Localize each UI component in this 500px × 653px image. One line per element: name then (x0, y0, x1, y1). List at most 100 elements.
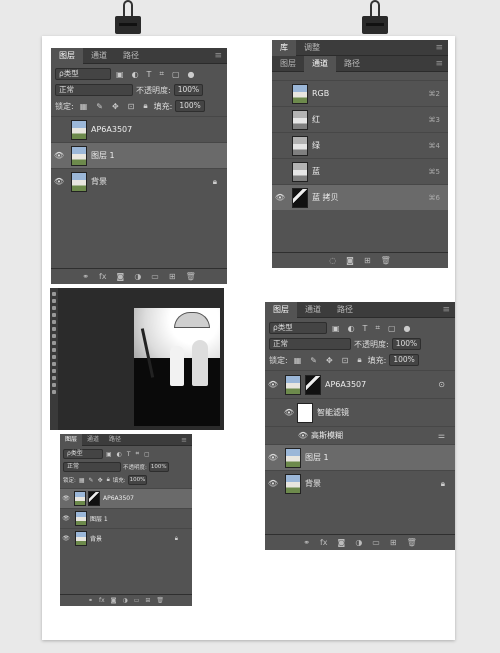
lock-artboard-icon[interactable]: ⊡ (128, 102, 135, 111)
add-mask-icon[interactable]: ◙ (338, 538, 346, 547)
eye-icon[interactable]: 👁︎ (265, 479, 281, 488)
new-group-icon[interactable]: ▭ (134, 597, 140, 604)
shape-filter-icon[interactable]: ⌗ (136, 450, 139, 458)
filter-toggle-icon[interactable]: ● (188, 70, 195, 79)
filter-toggle-icon[interactable]: ● (404, 324, 411, 333)
tab-paths[interactable]: 路径 (115, 48, 147, 64)
filter-select[interactable]: ρ类型 (55, 68, 111, 80)
type-filter-icon[interactable]: T (127, 451, 131, 458)
lock-transparent-icon[interactable]: ▦ (80, 102, 88, 111)
layer-row[interactable]: 👁︎ 背景 🔒︎ (265, 470, 455, 496)
lock-all-icon[interactable]: 🔒︎ (107, 476, 110, 484)
new-adjustment-icon[interactable]: ◑ (355, 538, 362, 547)
lock-transparent-icon[interactable]: ▦ (294, 356, 302, 365)
lock-artboard-icon[interactable]: ⊡ (342, 356, 349, 365)
channel-row[interactable]: RGB ⌘2 (272, 80, 448, 106)
delete-layer-icon[interactable]: 🗑︎ (407, 538, 417, 547)
lock-transparent-icon[interactable]: ▦ (79, 477, 85, 484)
panel-menu-icon[interactable]: ≡ (435, 43, 443, 53)
fx-button[interactable]: fx (320, 538, 328, 547)
lock-position-icon[interactable]: ✥ (326, 356, 333, 365)
panel-menu-icon[interactable]: ≡ (435, 59, 443, 69)
blend-mode-select[interactable]: 正常 (63, 462, 121, 472)
lock-image-icon[interactable]: ✎ (96, 102, 103, 111)
new-adjustment-icon[interactable]: ◑ (134, 272, 141, 281)
panel-menu-icon[interactable]: ≡ (181, 436, 187, 444)
channel-row-selected[interactable]: 👁︎ 蓝 拷贝 ⌘6 (272, 184, 448, 210)
save-selection-icon[interactable]: ◙ (346, 256, 354, 265)
tab-paths[interactable]: 路径 (329, 302, 361, 318)
lock-position-icon[interactable]: ✥ (112, 102, 119, 111)
smart-object-layer-row[interactable]: 👁︎ AP6A3507 ⊙ (265, 370, 455, 398)
tab-libraries[interactable]: 库 (272, 40, 296, 56)
tab-channels[interactable]: 通道 (82, 434, 104, 446)
tab-channels[interactable]: 通道 (297, 302, 329, 318)
adjustment-filter-icon[interactable]: ◐ (348, 324, 355, 333)
image-filter-icon[interactable]: ▣ (106, 451, 112, 458)
image-filter-icon[interactable]: ▣ (332, 324, 340, 333)
new-adjustment-icon[interactable]: ◑ (122, 597, 127, 604)
delete-layer-icon[interactable]: 🗑︎ (156, 597, 164, 604)
tab-layers[interactable]: 图层 (272, 56, 304, 72)
fill-field[interactable]: 100% (389, 354, 419, 366)
eye-icon[interactable]: 👁︎ (281, 408, 297, 417)
filter-row[interactable]: 👁︎ 高斯模糊 ⚌ (265, 426, 455, 444)
tab-channels[interactable]: 通道 (304, 55, 336, 72)
tab-paths[interactable]: 路径 (336, 56, 368, 72)
delete-layer-icon[interactable]: 🗑︎ (186, 272, 196, 281)
channel-row[interactable]: 红 ⌘3 (272, 106, 448, 132)
layer-row[interactable]: 👁︎ 背景 🔒︎ (60, 528, 192, 548)
eye-icon[interactable]: 👁︎ (272, 193, 288, 202)
fx-button[interactable]: fx (99, 597, 105, 604)
load-selection-icon[interactable]: ◌ (329, 256, 336, 265)
adjustment-filter-icon[interactable]: ◐ (132, 70, 139, 79)
eye-icon[interactable]: 👁︎ (51, 177, 67, 186)
lock-all-icon[interactable]: 🔒︎ (357, 355, 361, 365)
eye-icon[interactable]: 👁︎ (51, 151, 67, 160)
fx-button[interactable]: fx (99, 272, 107, 281)
tab-paths[interactable]: 路径 (104, 434, 126, 446)
delete-channel-icon[interactable]: 🗑︎ (381, 256, 391, 265)
add-mask-icon[interactable]: ◙ (111, 597, 117, 604)
layer-row-selected[interactable]: 👁︎ 图层 1 (265, 444, 455, 470)
new-layer-icon[interactable]: ⊞ (145, 597, 150, 604)
tab-layers[interactable]: 图层 (51, 48, 83, 64)
lock-image-icon[interactable]: ✎ (89, 477, 94, 484)
tab-channels[interactable]: 通道 (83, 48, 115, 64)
opacity-field[interactable]: 100% (148, 462, 169, 472)
blend-mode-select[interactable]: 正常 (269, 338, 351, 350)
fill-field[interactable]: 100% (127, 475, 148, 485)
layer-row-selected[interactable]: 👁︎ 图层 1 (51, 142, 227, 168)
fill-field[interactable]: 100% (175, 100, 205, 112)
smart-object-filter-icon[interactable]: ▢ (388, 324, 396, 333)
smart-object-filter-icon[interactable]: ▢ (172, 70, 180, 79)
smart-filters-row[interactable]: 👁︎ 智能滤镜 (265, 398, 455, 426)
tab-layers[interactable]: 图层 (60, 434, 83, 446)
opacity-field[interactable]: 100% (391, 338, 422, 350)
new-channel-icon[interactable]: ⊞ (364, 256, 371, 265)
tab-adjustments[interactable]: 调整 (296, 40, 328, 56)
link-layers-icon[interactable]: ⚭ (82, 272, 89, 281)
channel-row[interactable]: 蓝 ⌘5 (272, 158, 448, 184)
filter-select[interactable]: ρ类型 (269, 322, 327, 334)
eye-icon[interactable]: 👁︎ (265, 380, 281, 389)
type-filter-icon[interactable]: T (363, 324, 368, 333)
layer-row[interactable]: 👁︎ 图层 1 (60, 508, 192, 528)
link-layers-icon[interactable]: ⚭ (303, 538, 310, 547)
type-filter-icon[interactable]: T (147, 70, 152, 79)
channel-row[interactable]: 绿 ⌘4 (272, 132, 448, 158)
lock-all-icon[interactable]: 🔒︎ (143, 101, 147, 111)
eye-icon[interactable]: 👁︎ (60, 515, 72, 522)
filter-select[interactable]: ρ类型 (63, 449, 103, 459)
smart-object-filter-icon[interactable]: ▢ (144, 451, 150, 458)
panel-menu-icon[interactable]: ≡ (214, 51, 222, 61)
lock-image-icon[interactable]: ✎ (310, 356, 317, 365)
link-layers-icon[interactable]: ⚭ (88, 597, 93, 604)
image-filter-icon[interactable]: ▣ (116, 70, 124, 79)
eye-icon[interactable]: 👁︎ (265, 453, 281, 462)
lock-position-icon[interactable]: ✥ (98, 477, 103, 484)
filter-options-icon[interactable]: ⚌ (438, 431, 445, 440)
layer-row-selected[interactable]: 👁︎ AP6A3507 (60, 488, 192, 508)
eye-icon[interactable]: 👁︎ (60, 495, 72, 502)
adjustment-filter-icon[interactable]: ◐ (117, 451, 122, 458)
